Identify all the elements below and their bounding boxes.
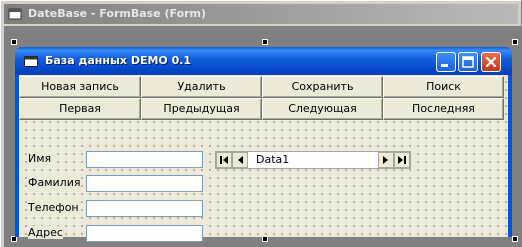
first-name-label: Имя [28,152,52,165]
previous-record-button[interactable] [232,152,248,168]
last-name-field[interactable] [86,175,203,192]
address-label: Адрес [28,226,63,239]
first-record-button[interactable] [216,152,232,168]
phone-label: Телефон [28,201,79,214]
form-titlebar[interactable]: База данных DEMO 0.1 [15,47,512,75]
delete-button[interactable]: Удалить [141,76,262,98]
database-form-window: База данных DEMO 0.1 Новая запись Удалит… [15,47,512,242]
data-control-caption: Data1 [256,153,290,166]
first-name-field[interactable] [86,151,203,168]
next-record-icon [383,156,388,164]
next-record-button[interactable] [378,152,394,168]
maximize-button[interactable] [458,52,478,72]
form-title: База данных DEMO 0.1 [45,54,192,67]
resize-handle-top-left[interactable] [11,39,17,45]
first-button[interactable]: Первая [19,98,141,120]
resize-handle-bottom-right[interactable] [512,236,518,242]
minimize-button[interactable] [436,52,456,72]
last-name-label: Фамилия [28,176,81,189]
last-record-icon [398,156,406,164]
form-client-area: Новая запись Удалить Сохранить Поиск Пер… [19,75,508,242]
first-record-icon [220,156,228,164]
last-button[interactable]: Последняя [383,98,504,120]
maximize-icon [462,56,474,68]
previous-record-icon [238,156,243,164]
data-control[interactable]: Data1 [215,151,411,169]
form-icon [24,56,38,67]
close-button[interactable] [481,52,501,72]
minimize-icon [441,64,448,67]
resize-handle-top[interactable] [262,39,268,45]
phone-field[interactable] [86,200,203,217]
form-icon [8,8,22,20]
ide-titlebar[interactable]: DateBase - FormBase (Form) [4,4,518,24]
save-button[interactable]: Сохранить [262,76,383,98]
new-record-button[interactable]: Новая запись [19,76,141,98]
resize-handle-top-right[interactable] [512,39,518,45]
last-record-button[interactable] [394,152,410,168]
next-button[interactable]: Следующая [262,98,383,120]
ide-title: DateBase - FormBase (Form) [28,7,207,20]
address-field[interactable] [86,225,203,242]
search-button[interactable]: Поиск [383,76,504,98]
close-icon [485,56,497,68]
previous-button[interactable]: Предыдущая [141,98,262,120]
